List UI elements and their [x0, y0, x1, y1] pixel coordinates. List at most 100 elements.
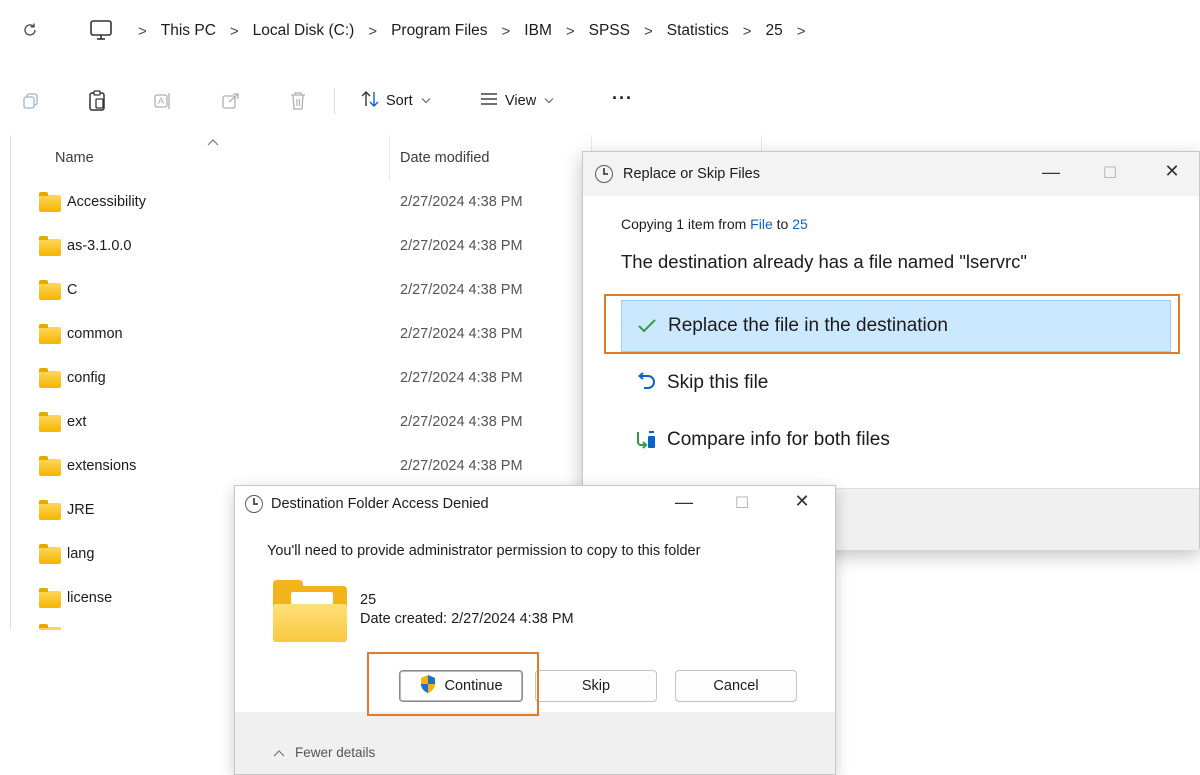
copying-status: Copying 1 item from File to 25 [621, 216, 808, 232]
toolbar-divider [334, 88, 335, 114]
destination-link[interactable]: 25 [792, 216, 808, 232]
cancel-button[interactable]: Cancel [675, 670, 797, 702]
folder-icon [39, 280, 61, 300]
folder-icon [39, 368, 61, 388]
conflict-message: The destination already has a file named… [621, 251, 1027, 272]
breadcrumb-this-pc[interactable]: This PC [161, 22, 216, 40]
folder-name: 25 [360, 592, 377, 608]
sort-icon [360, 90, 380, 112]
minimize-button[interactable]: — [1039, 162, 1063, 183]
breadcrumb-spss[interactable]: SPSS [589, 22, 630, 40]
refresh-icon[interactable] [20, 20, 40, 40]
file-name: extensions [67, 458, 137, 474]
chevron-right-icon[interactable]: > [644, 23, 653, 40]
chevron-right-icon[interactable]: > [743, 23, 752, 40]
copy-icon[interactable] [20, 90, 42, 112]
dialog-title: Destination Folder Access Denied [271, 496, 489, 512]
folder-icon [39, 624, 61, 630]
paste-icon[interactable] [86, 90, 108, 112]
chevron-down-icon [544, 96, 554, 107]
folder-icon [39, 324, 61, 344]
file-name: common [67, 326, 123, 342]
compare-files-icon [633, 430, 659, 450]
sort-label: Sort [386, 93, 413, 109]
column-header-date[interactable]: Date modified [400, 135, 489, 181]
copying-prefix: Copying 1 item from [621, 216, 747, 232]
file-name: config [67, 370, 106, 386]
chevron-right-icon[interactable]: > [230, 23, 239, 40]
breadcrumb-local-disk[interactable]: Local Disk (C:) [253, 22, 355, 40]
skip-option[interactable]: Skip this file [621, 357, 1171, 409]
file-name: C [67, 282, 78, 298]
view-label: View [505, 93, 537, 109]
file-date: 2/27/2024 4:38 PM [400, 282, 523, 298]
fewer-details-label: Fewer details [295, 745, 376, 760]
dialog-titlebar[interactable]: Replace or Skip Files — ☐ ✕ [583, 152, 1199, 196]
file-name: ext [67, 414, 87, 430]
address-bar: > This PC > Local Disk (C:) > Program Fi… [0, 0, 1200, 62]
file-date: 2/27/2024 4:38 PM [400, 238, 523, 254]
close-button[interactable]: ✕ [790, 491, 814, 512]
skip-option-label: Skip this file [667, 372, 769, 393]
file-name: lang [67, 546, 95, 562]
compare-option[interactable]: Compare info for both files [621, 414, 1171, 466]
table-row[interactable]: Accessibility 2/27/2024 4:38 PM [11, 181, 591, 225]
source-link[interactable]: File [750, 216, 773, 232]
file-date: 2/27/2024 4:38 PM [400, 370, 523, 386]
chevron-right-icon[interactable]: > [368, 23, 377, 40]
table-row[interactable]: extensions 2/27/2024 4:38 PM [11, 445, 591, 489]
file-name: Accessibility [67, 194, 146, 210]
breadcrumb: > This PC > Local Disk (C:) > Program Fi… [124, 0, 820, 62]
table-row[interactable]: as-3.1.0.0 2/27/2024 4:38 PM [11, 225, 591, 269]
file-date: 2/27/2024 4:38 PM [400, 194, 523, 210]
file-name: JRE [67, 502, 95, 518]
dialog-titlebar[interactable]: Destination Folder Access Denied — ☐ ✕ [235, 486, 835, 522]
skip-label: Skip [581, 678, 611, 694]
sort-button[interactable]: Sort [360, 89, 431, 113]
fewer-details-toggle[interactable]: Fewer details [273, 745, 375, 760]
command-bar: A Sort View ··· [0, 76, 1200, 124]
folder-icon [39, 236, 61, 256]
table-row[interactable]: ext 2/27/2024 4:38 PM [11, 401, 591, 445]
this-pc-icon[interactable] [88, 19, 114, 41]
skip-button[interactable]: Skip [535, 670, 657, 702]
dialog-title: Replace or Skip Files [623, 166, 760, 182]
undo-icon [633, 372, 659, 394]
folder-date-created: Date created: 2/27/2024 4:38 PM [360, 611, 574, 627]
delete-icon[interactable] [287, 90, 309, 112]
maximize-button: ☐ [734, 495, 750, 512]
copying-to: to [776, 216, 789, 232]
breadcrumb-25[interactable]: 25 [766, 22, 783, 40]
view-icon [479, 91, 499, 111]
chevron-right-icon[interactable]: > [797, 23, 806, 40]
maximize-button: ☐ [1102, 165, 1118, 182]
folder-icon [39, 192, 61, 212]
compare-option-label: Compare info for both files [667, 429, 890, 450]
file-name: license [67, 590, 113, 606]
column-divider[interactable] [389, 135, 390, 181]
table-row[interactable]: C 2/27/2024 4:38 PM [11, 269, 591, 313]
clock-icon [245, 495, 263, 513]
sort-ascending-icon [207, 135, 219, 149]
folder-icon [39, 588, 61, 608]
column-header-name[interactable]: Name [55, 135, 94, 181]
folder-icon [39, 544, 61, 564]
folder-icon [39, 456, 61, 476]
more-options-button[interactable]: ··· [612, 88, 633, 109]
folder-icon [273, 580, 347, 642]
view-button[interactable]: View [479, 89, 554, 113]
close-button[interactable]: ✕ [1160, 161, 1184, 182]
minimize-button[interactable]: — [672, 492, 696, 513]
file-date: 2/27/2024 4:38 PM [400, 414, 523, 430]
rename-icon[interactable]: A [152, 90, 174, 112]
table-row[interactable]: common 2/27/2024 4:38 PM [11, 313, 591, 357]
share-icon[interactable] [220, 90, 242, 112]
file-name: as-3.1.0.0 [67, 238, 132, 254]
chevron-right-icon[interactable]: > [566, 23, 575, 40]
breadcrumb-ibm[interactable]: IBM [524, 22, 552, 40]
chevron-right-icon[interactable]: > [138, 23, 147, 40]
breadcrumb-statistics[interactable]: Statistics [667, 22, 729, 40]
chevron-right-icon[interactable]: > [502, 23, 511, 40]
table-row[interactable]: config 2/27/2024 4:38 PM [11, 357, 591, 401]
breadcrumb-program-files[interactable]: Program Files [391, 22, 487, 40]
